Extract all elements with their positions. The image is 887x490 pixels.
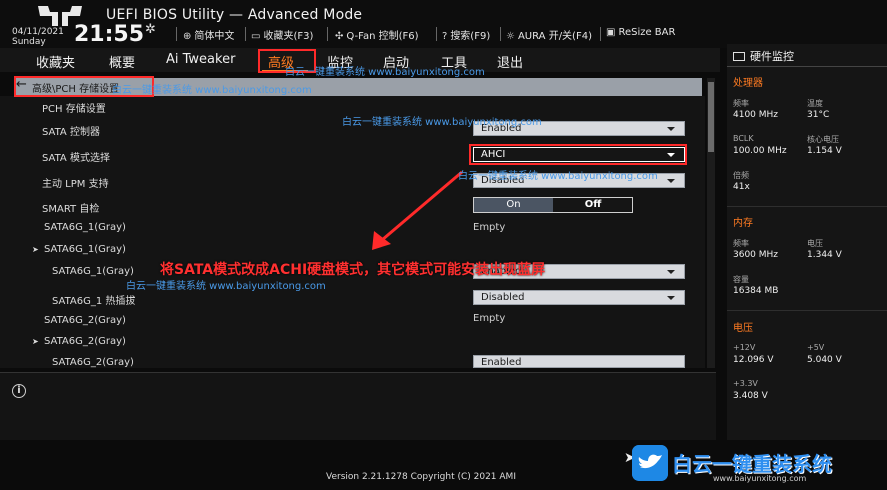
header-divider [600,27,601,41]
header-divider [327,27,328,41]
mem-cap-label: 容量 [733,275,749,284]
qfan-button[interactable]: ✣ Q-Fan 控制(F6) [335,27,419,42]
section-title: PCH 存储设置 [42,104,106,115]
v5-label: +5V [807,343,825,352]
hw-divider [727,206,887,207]
day-text: Sunday [12,37,46,47]
smart-off-option[interactable]: Off [554,198,632,212]
tab-favorites[interactable]: 收藏夹 [36,52,75,71]
cpu-freq-label: 频率 [733,99,749,108]
cpu-freq-value: 4100 MHz [733,110,779,120]
mem-cap-value: 16384 MB [733,286,779,296]
version-text: Version 2.21.1278 Copyright (C) 2021 AMI [326,472,516,482]
hw-cpu-section: 处理器 [733,78,763,89]
hw-voltage-section: 电压 [733,323,753,334]
sata-mode-label: SATA 模式选择 [42,153,110,164]
header-divider [176,27,177,41]
resize-bar-icon: ▣ [606,27,616,38]
cpu-temp-label: 温度 [807,99,823,108]
v33-value: 3.408 V [733,391,768,401]
hw-divider [727,66,887,67]
watermark-text: 白云一键重装系统 www.baiyunxitong.com [126,281,326,292]
aura-icon: ☼ [506,31,515,42]
port2-status-label: SATA6G_2(Gray) [44,315,126,326]
bird-logo-icon [632,445,668,481]
ratio-label: 倍频 [733,171,749,180]
bookmark-icon: ▭ [251,31,261,42]
sata-controller-label: SATA 控制器 [42,127,100,138]
date-text: 04/11/2021 [12,27,64,37]
globe-icon: ⊕ [183,31,192,42]
fan-icon: ✣ [335,31,344,42]
vcore-label: 核心电压 [807,135,839,144]
v33-label: +3.3V [733,379,758,388]
aura-button[interactable]: ☼ AURA 开/关(F4) [506,27,592,42]
lpm-label: 主动 LPM 支持 [42,179,109,190]
highlight-sata-mode [469,144,687,165]
brand-url: www.baiyunxitong.com [713,474,807,483]
port2-enable-label: SATA6G_2(Gray) [52,357,134,368]
tab-exit[interactable]: 退出 [497,52,523,71]
watermark-text: 白云一键重装系统 www.baiyunxitong.com [458,171,658,182]
port1-group[interactable]: SATA6G_1(Gray) [32,244,126,255]
brand-name: 白云一键重装系统 [672,452,832,476]
language-button[interactable]: ⊕ 简体中文 [183,27,234,42]
hw-divider [727,310,887,311]
clock-settings-icon[interactable]: ✲ [145,22,156,37]
chevron-down-icon [667,179,675,183]
app-title: UEFI BIOS Utility — Advanced Mode [106,7,363,23]
hardware-monitor-title: 硬件监控 [733,48,794,64]
bclk-value: 100.00 MHz [733,146,787,156]
tab-main[interactable]: 概要 [109,52,135,71]
resize-bar-button[interactable]: ▣ ReSize BAR [606,27,675,38]
header-divider [500,27,501,41]
help-panel [0,372,716,440]
port1-status-label: SATA6G_1(Gray) [44,222,126,233]
port1-enable-label: SATA6G_1(Gray) [52,266,134,277]
hw-memory-section: 内存 [733,218,753,229]
help-icon: ? [442,31,448,42]
v5-value: 5.040 V [807,355,842,365]
monitor-icon [733,52,745,61]
chevron-down-icon [667,270,675,274]
cpu-temp-value: 31°C [807,110,830,120]
mem-volt-label: 电压 [807,239,823,248]
mem-volt-value: 1.344 V [807,250,842,260]
chevron-down-icon [667,296,675,300]
mem-freq-value: 3600 MHz [733,250,779,260]
smart-label: SMART 自检 [42,204,100,215]
port2-enable-select[interactable]: Enabled [473,355,685,368]
port2-status-value: Empty [473,313,506,324]
chevron-down-icon [667,127,675,131]
clock: 21:55 [74,22,145,47]
date-display: 04/11/2021 Sunday [12,27,64,47]
header-divider [245,27,246,41]
bclk-label: BCLK [733,134,754,143]
header-divider [436,27,437,41]
watermark-text: 白云一键重装系统 www.baiyunxitong.com [112,85,312,96]
watermark-text: 白云一键重装系统 www.baiyunxitong.com [285,67,485,78]
tab-ai-tweaker[interactable]: Ai Tweaker [166,52,235,67]
smart-toggle[interactable]: On Off [473,197,633,213]
ratio-value: 41x [733,182,750,192]
annotation-text: 将SATA模式改成ACHI硬盘模式，其它模式可能安装出现蓝屏 [160,262,546,278]
watermark-text: 白云一键重装系统 www.baiyunxitong.com [342,117,542,128]
port2-group[interactable]: SATA6G_2(Gray) [32,336,126,347]
smart-on-option[interactable]: On [474,198,553,212]
search-button[interactable]: ? 搜索(F9) [442,27,490,42]
port1-status-value: Empty [473,222,506,233]
favorites-button[interactable]: ▭ 收藏夹(F3) [251,27,313,42]
vcore-value: 1.154 V [807,146,842,156]
mem-freq-label: 频率 [733,239,749,248]
info-icon: i [12,384,26,398]
port1-hotplug-label: SATA6G_1 热插拔 [52,296,136,307]
port1-hotplug-select[interactable]: Disabled [473,290,685,305]
v12-label: +12V [733,343,756,352]
v12-value: 12.096 V [733,355,774,365]
scrollbar-thumb[interactable] [708,82,714,152]
